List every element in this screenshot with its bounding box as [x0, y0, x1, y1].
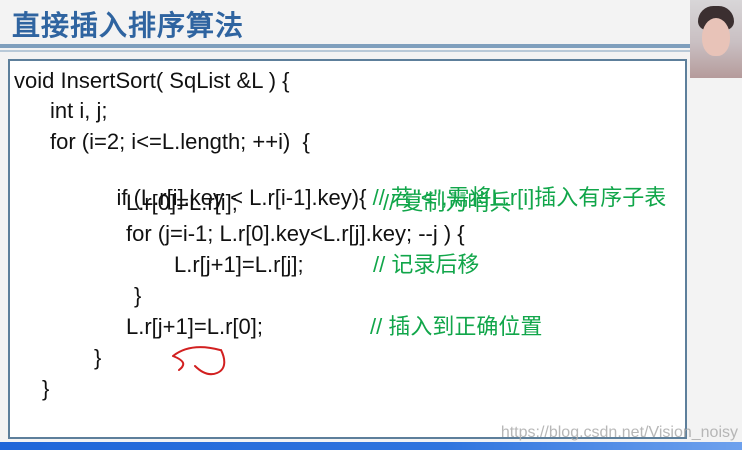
code-line-close-if: } — [94, 345, 102, 370]
code-line-copy-sentinel: L.r[0]=L.r[i]; — [126, 190, 238, 215]
code-line-inner-for: for (j=i-1; L.r[0].key<L.r[j].key; --j )… — [126, 221, 465, 246]
code-comment-insert-position: // 插入到正确位置 — [370, 314, 543, 339]
code-line-close-function: } — [42, 376, 50, 401]
webcam-face — [702, 18, 730, 56]
code-comment-shift-record: // 记录后移 — [373, 252, 480, 277]
code-line-close-inner-for: } — [134, 283, 142, 308]
blog-watermark: https://blog.csdn.net/Vision_noisy — [500, 424, 738, 441]
code-comment-copy-sentinel: // 复制为哨兵 — [383, 190, 512, 215]
title-divider — [0, 44, 690, 48]
slide-title: 直接插入排序算法 — [12, 10, 245, 41]
title-divider-secondary — [0, 50, 690, 52]
code-panel: void InsertSort( SqList &L ) { int i, j;… — [8, 59, 687, 439]
code-line-insert-position: L.r[j+1]=L.r[0]; — [126, 314, 263, 339]
code-line-outer-for: for (i=2; i<=L.length; ++i) { — [50, 129, 310, 154]
code-line-function-signature: void InsertSort( SqList &L ) { — [14, 68, 290, 93]
code-line-shift-record: L.r[j+1]=L.r[j]; — [174, 252, 304, 277]
code-line-declare-variables: int i, j; — [50, 98, 108, 123]
webcam-thumbnail — [690, 0, 742, 78]
bottom-accent-bar — [0, 442, 742, 450]
